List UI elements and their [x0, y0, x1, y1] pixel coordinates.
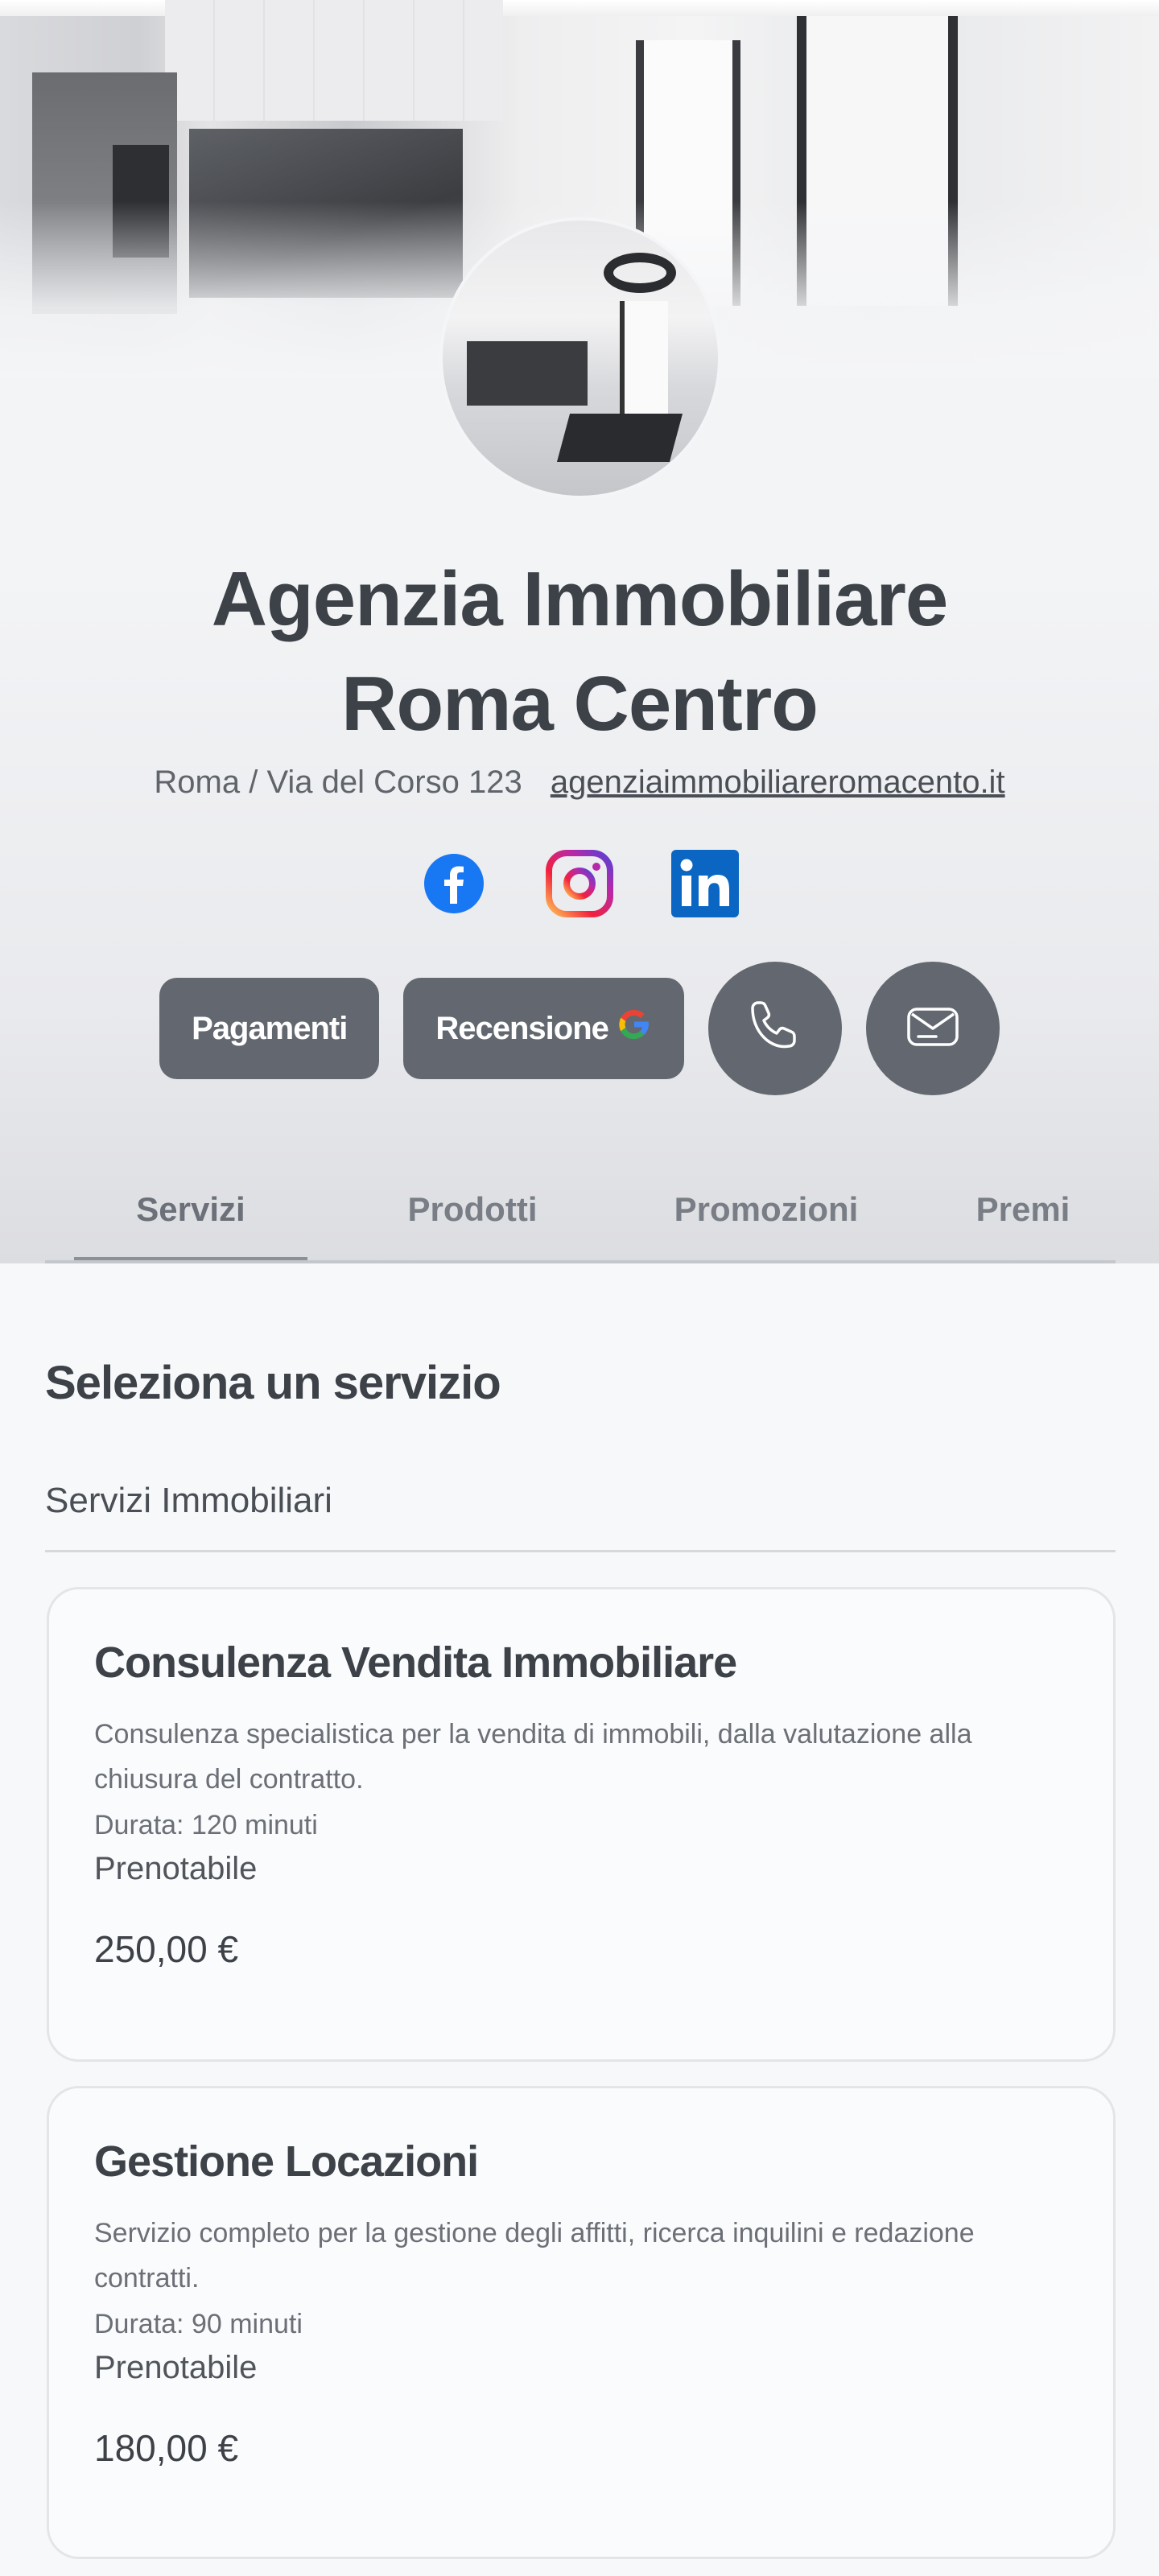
business-address: Roma / Via del Corso 123 — [154, 765, 522, 800]
message-button[interactable] — [865, 962, 1000, 1095]
service-name: Gestione Locazioni — [94, 2137, 479, 2186]
social-links — [0, 849, 1159, 918]
service-card[interactable]: Consulenza Vendita Immobiliare Consulenz… — [47, 1587, 1116, 2062]
service-name: Consulenza Vendita Immobiliare — [94, 1638, 737, 1687]
action-bar: Pagamenti Recensione — [0, 962, 1159, 1095]
website-link[interactable]: agenziaimmobiliareromacento.it — [551, 765, 1005, 800]
review-label: Recensione — [435, 1010, 609, 1046]
service-price: 250,00 € — [94, 1928, 239, 1970]
review-button[interactable]: Recensione — [403, 978, 684, 1079]
content-tabs: Servizi Prodotti Promozioni Premi — [45, 1159, 1116, 1263]
service-price: 180,00 € — [94, 2427, 239, 2469]
payments-label: Pagamenti — [192, 1010, 348, 1046]
service-description: Consulenza specialistica per la vendita … — [94, 1719, 972, 1795]
category-divider — [45, 1550, 1116, 1552]
business-info: Roma / Via del Corso 123 agenziaimmobili… — [0, 765, 1159, 801]
facebook-icon[interactable] — [419, 849, 489, 918]
business-avatar — [439, 217, 721, 499]
tabs-divider — [45, 1260, 1116, 1263]
tab-servizi[interactable]: Servizi — [74, 1159, 307, 1263]
payments-button[interactable]: Pagamenti — [159, 978, 380, 1079]
profile-header: Agenzia Immobiliare Roma Centro Roma / V… — [0, 0, 1159, 1263]
service-status: Prenotabile — [94, 2350, 258, 2385]
linkedin-icon[interactable] — [670, 849, 740, 918]
service-category: Servizi Immobiliari — [45, 1481, 332, 1520]
business-name: Agenzia Immobiliare Roma Centro — [211, 556, 949, 747]
service-card[interactable]: Gestione Locazioni Servizio completo per… — [47, 2086, 1116, 2559]
instagram-icon[interactable] — [545, 849, 614, 918]
section-title: Seleziona un servizio — [45, 1357, 501, 1409]
phone-button[interactable] — [707, 962, 842, 1095]
service-description: Servizio completo per la gestione degli … — [94, 2218, 975, 2294]
tab-prodotti[interactable]: Prodotti — [356, 1159, 589, 1260]
tab-promozioni[interactable]: Promozioni — [621, 1159, 911, 1260]
phone-icon — [743, 995, 807, 1063]
service-status: Prenotabile — [94, 1851, 258, 1886]
service-duration: Durata: 120 minuti — [94, 1810, 318, 1840]
tab-premi[interactable]: Premi — [922, 1159, 1124, 1260]
message-icon — [901, 995, 965, 1063]
service-duration: Durata: 90 minuti — [94, 2309, 303, 2339]
google-icon — [617, 1007, 652, 1050]
